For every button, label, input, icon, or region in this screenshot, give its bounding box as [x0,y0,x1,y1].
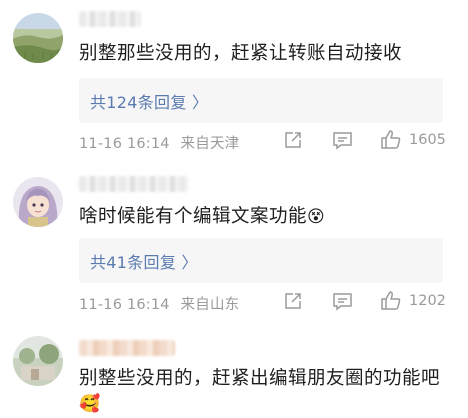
username-blurred[interactable] [79,11,141,27]
share-icon[interactable] [283,130,303,154]
comment-datetime: 11-16 16:14 [79,297,170,313]
comment-location: 来自山东 [180,297,240,313]
avatar-photo-image [13,336,63,386]
replies-box[interactable]: 共124条回复 〉 [79,78,443,123]
comment-text: 别整那些没用的，赶紧让转账自动接收 [79,43,403,64]
thumbs-up-icon[interactable] [380,290,402,315]
comment-text: 啥时候能有个编辑文案功能 [79,206,308,227]
avatar-landscape-image [13,13,63,63]
avatar-anime-girl-image [13,177,63,227]
username-blurred[interactable] [79,340,175,356]
comment-icon[interactable] [332,130,353,154]
avatar[interactable] [13,177,63,227]
comment-meta: 11-16 16:14 来自天津 [79,132,239,153]
smiling-face-hearts-emoji: 🥰 [79,394,101,414]
comment-text-line: 啥时候能有个编辑文案功能😵 [79,204,325,230]
like-count: 1605 [409,132,446,148]
thumbs-up-icon[interactable] [380,129,402,154]
view-replies-link[interactable]: 共124条回复 〉 [90,89,208,113]
like-count: 1202 [409,293,446,309]
avatar[interactable] [13,336,63,386]
avatar[interactable] [13,13,63,63]
replies-box[interactable]: 共41条回复 〉 [79,238,443,283]
view-replies-link[interactable]: 共41条回复 〉 [90,249,198,273]
comment-text: 别整些没用的，赶紧出编辑朋友圈的功能吧 [79,368,441,389]
comment-icon[interactable] [332,291,353,315]
comment-location: 来自天津 [180,136,240,152]
share-icon[interactable] [283,291,303,315]
comment-datetime: 11-16 16:14 [79,136,170,152]
comment-meta: 11-16 16:14 来自山东 [79,293,239,314]
dizzy-face-emoji: 😵 [307,207,326,227]
username-blurred[interactable] [79,176,189,192]
